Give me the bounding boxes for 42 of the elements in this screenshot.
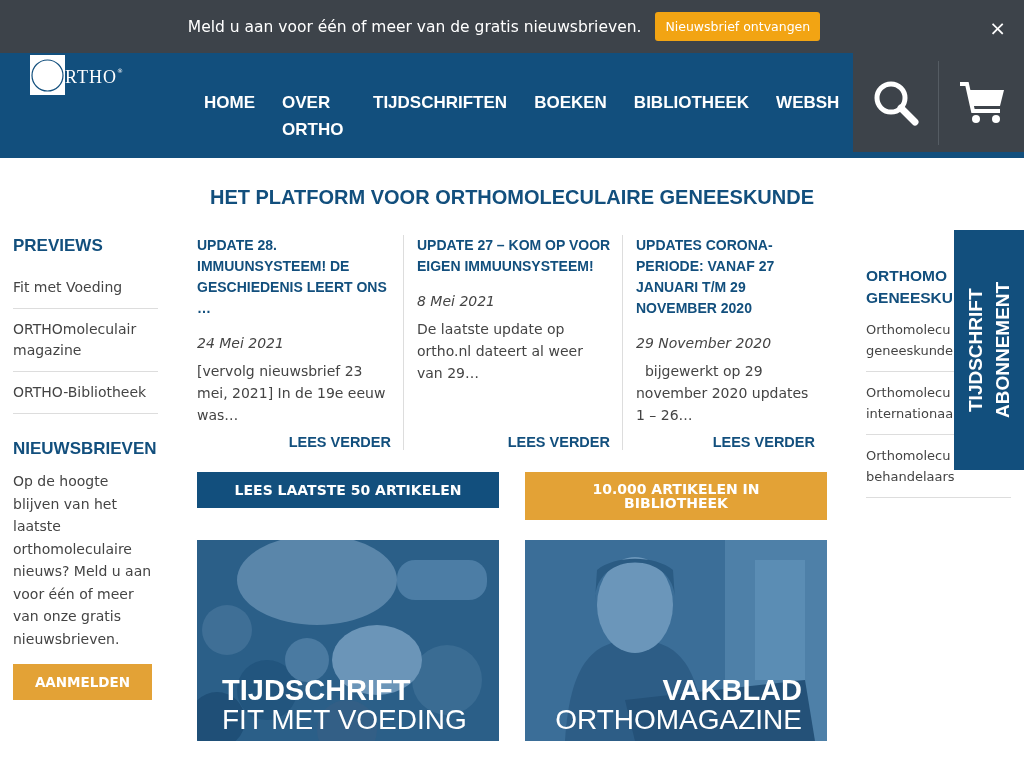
article-excerpt: De laatste update op ortho.nl dateert al weer van 29… [417, 320, 584, 383]
section-heading: NIEUWSBRIEVEN [13, 438, 158, 460]
article-date: 8 Mei 2021 [417, 293, 497, 309]
tile-title: TIJDSCHRIFT [222, 675, 412, 705]
read-more-link[interactable]: LEES VERDER [507, 426, 610, 450]
logo-circle-icon[interactable] [30, 55, 65, 95]
sidebar-link[interactable]: Orthomolecu geneeskunde [866, 319, 953, 361]
nav-link[interactable]: TIJDSCHRIFTEN [373, 89, 508, 143]
nav-link[interactable]: BIBLIOTHEEK [633, 89, 750, 143]
read-more-link[interactable]: LEES VERDER [288, 426, 391, 450]
nav-link[interactable]: HOME [204, 89, 255, 143]
promo-tile[interactable]: TIJDSCHRIFT FIT MET VOEDING [197, 540, 499, 741]
nav-link[interactable]: OVER ORTHO [282, 89, 346, 143]
section-heading: ORTHOMO GENEESKU [866, 266, 953, 308]
article-title[interactable]: UPDATE 27 – KOM OP VOOR EIGEN IMMUUNSYSTEEM! [417, 235, 612, 277]
article-excerpt: [vervolg nieuwsbrief 23 mei, 2021] In de 19e eeuw was… [197, 362, 387, 425]
notice-message: Meld u aan voor één of meer van de gratis nieuwsbrieven. [187, 17, 642, 36]
subscription-tab[interactable]: TIJDSCHRIFT ABONNEMENT [954, 230, 1024, 470]
read-more-link[interactable]: LEES VERDER [712, 426, 815, 450]
nav-link[interactable]: BOEKEN [534, 89, 607, 143]
newsletter-text: Op de hoogte blijven van het laatste orthomoleculaire nieuws? Meld u aan voor één of meer van onze gratis nieuwsbrieven. [13, 472, 153, 649]
article-title[interactable]: UPDATE 28. IMMUUNSYSTEEM! DE GESCHIEDENIS LEERT ONS … [197, 235, 393, 319]
tile-subtitle: FIT MET VOEDING [222, 705, 468, 735]
article-excerpt: bijgewerkt op 29 november 2020 updates 1 – 26… [636, 362, 810, 425]
nav-link[interactable]: WEBSH [776, 89, 840, 143]
article-title[interactable]: UPDATES CORONA-PERIODE: VANAF 27 JANUARI T/M 29 NOVEMBER 2020 [636, 235, 817, 319]
sidebar-link[interactable]: ORTHO-Bibliotheek [13, 372, 158, 414]
close-button[interactable]: × [989, 16, 1006, 40]
sidebar-link[interactable]: Orthomolecu behandelaars [866, 445, 953, 487]
article-date: 29 November 2020 [636, 335, 773, 351]
sidebar-link[interactable]: Orthomolecu internationaa [866, 382, 953, 424]
logo-text[interactable]: RTHO [65, 67, 117, 88]
cart-icon [957, 80, 1006, 125]
sidebar-link[interactable]: ORTHOmoleculair magazine [13, 309, 158, 372]
tile-subtitle: ORTHOMAGAZINE [554, 705, 802, 735]
article-date: 24 Mei 2021 [197, 335, 285, 351]
section-heading: PREVIEWS [13, 235, 104, 257]
page-title: HET PLATFORM VOOR ORTHOMOLECULAIRE GENEESKUNDE [208, 186, 816, 209]
promo-tile[interactable]: VAKBLAD ORTHOMAGAZINE [525, 540, 827, 741]
tile-title: VAKBLAD [661, 675, 802, 705]
sidebar-link[interactable]: Fit met Voeding [13, 267, 158, 309]
action-button[interactable]: LEES LAATSTE 50 ARTIKELEN [197, 472, 499, 508]
